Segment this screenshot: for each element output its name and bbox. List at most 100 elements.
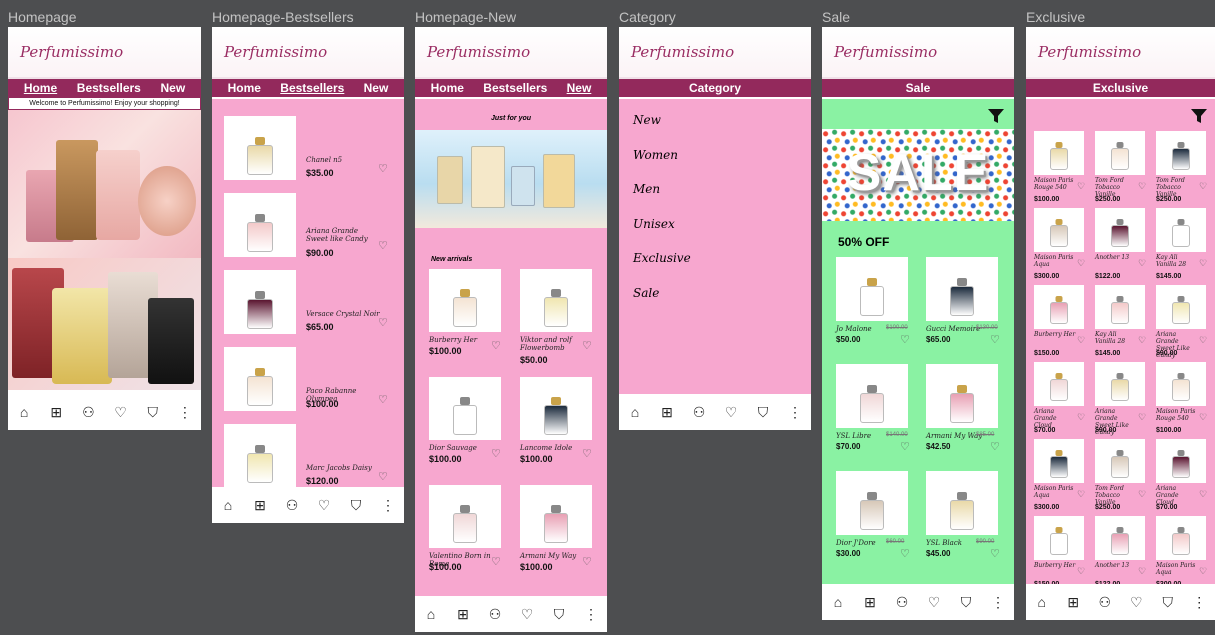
heart-icon[interactable]: ♡: [582, 447, 592, 460]
brand-logo[interactable]: Perfumissimo: [1038, 43, 1141, 61]
heart-icon[interactable]: ♡: [1199, 566, 1207, 577]
exclusive-product-card[interactable]: Burberry Her$150.00♡: [1034, 516, 1092, 590]
grid-icon[interactable]: ⊞: [453, 606, 473, 623]
filter-icon[interactable]: [1191, 109, 1207, 123]
home-icon[interactable]: ⌂: [218, 497, 238, 513]
product-card[interactable]: Valentino Born in Roma $100.00 ♡: [429, 485, 511, 580]
product-image-frame[interactable]: [520, 377, 592, 440]
nav-new[interactable]: New: [364, 81, 389, 95]
product-image-frame[interactable]: [926, 364, 998, 428]
product-image-frame[interactable]: [1095, 362, 1145, 406]
exclusive-product-card[interactable]: Maison Paris Rouge 540 $100.00 ♡: [1156, 362, 1214, 436]
grid-icon[interactable]: ⊞: [250, 497, 270, 514]
category-item-new[interactable]: New: [633, 113, 811, 148]
home-icon[interactable]: ⌂: [625, 404, 645, 420]
product-image-frame[interactable]: [520, 269, 592, 332]
heart-icon[interactable]: ♡: [378, 316, 388, 329]
more-icon[interactable]: ⋮: [1189, 594, 1209, 611]
product-image-frame[interactable]: [429, 377, 501, 440]
exclusive-product-card[interactable]: Tom Ford Tobacco Vanille $250.00 ♡: [1095, 131, 1153, 205]
product-image-frame[interactable]: [836, 364, 908, 428]
product-image-frame[interactable]: [1095, 516, 1145, 560]
heart-icon[interactable]: ♡: [1077, 412, 1085, 423]
home-icon[interactable]: ⌂: [421, 606, 441, 622]
exclusive-product-card[interactable]: Maison Paris Aqua$300.00♡: [1034, 208, 1092, 282]
heart-icon[interactable]: ♡: [1077, 566, 1085, 577]
product-image-frame[interactable]: [224, 424, 296, 488]
product-row[interactable]: Chanel n5 $35.00 ♡: [224, 116, 394, 180]
heart-icon[interactable]: ♡: [990, 547, 1000, 560]
product-image-frame[interactable]: [1034, 208, 1084, 252]
heart-icon[interactable]: ♡: [1077, 335, 1085, 346]
product-image-frame[interactable]: [1095, 439, 1145, 483]
heart-icon[interactable]: ♡: [1199, 335, 1207, 346]
product-image-frame[interactable]: [1156, 208, 1206, 252]
nav-home[interactable]: Home: [228, 81, 261, 95]
product-image-frame[interactable]: [926, 257, 998, 321]
product-image-frame[interactable]: [429, 485, 501, 548]
heart-icon[interactable]: ♡: [1077, 258, 1085, 269]
heart-icon[interactable]: ♡: [1077, 489, 1085, 500]
exclusive-product-card[interactable]: Another 13$122.00♡: [1095, 516, 1153, 590]
just-for-you-banner[interactable]: [415, 130, 607, 228]
product-row[interactable]: Versace Crystal Noir $65.00 ♡: [224, 270, 394, 334]
user-icon[interactable]: ⚇: [892, 594, 912, 611]
brand-logo[interactable]: Perfumissimo: [631, 43, 734, 61]
product-image-frame[interactable]: [1034, 362, 1084, 406]
heart-icon[interactable]: ♡: [721, 404, 741, 421]
more-icon[interactable]: ⋮: [378, 497, 398, 514]
product-image-frame[interactable]: [1156, 285, 1206, 329]
category-item-women[interactable]: Women: [633, 148, 811, 183]
nav-new[interactable]: New: [567, 81, 592, 95]
heart-icon[interactable]: ♡: [990, 333, 1000, 346]
sale-product-card[interactable]: YSL Libre $140.00 $70.00 ♡: [836, 364, 916, 456]
product-image-frame[interactable]: [1156, 131, 1206, 175]
filter-icon[interactable]: [988, 109, 1004, 123]
product-image-frame[interactable]: [1156, 362, 1206, 406]
exclusive-product-card[interactable]: Kay Ali Vanilla 28 $145.00 ♡: [1095, 285, 1153, 359]
product-image-frame[interactable]: [224, 347, 296, 411]
product-image-frame[interactable]: [1034, 131, 1084, 175]
home-icon[interactable]: ⌂: [14, 404, 34, 420]
exclusive-product-card[interactable]: Kay Ali Vanilla 28 $145.00 ♡: [1156, 208, 1214, 282]
nav-new[interactable]: New: [160, 81, 185, 95]
product-row[interactable]: Ariana Grande Sweet like Candy $90.00 ♡: [224, 193, 394, 258]
more-icon[interactable]: ⋮: [988, 594, 1008, 611]
heart-icon[interactable]: ♡: [582, 555, 592, 568]
heart-icon[interactable]: ♡: [1138, 181, 1146, 192]
more-icon[interactable]: ⋮: [581, 606, 601, 623]
product-image-frame[interactable]: [224, 193, 296, 257]
heart-icon[interactable]: ♡: [111, 404, 131, 421]
exclusive-product-card[interactable]: Tom Ford Tobacco Vanille $250.00 ♡: [1095, 439, 1153, 513]
heart-icon[interactable]: ♡: [517, 606, 537, 623]
grid-icon[interactable]: ⊞: [1063, 594, 1083, 611]
heart-icon[interactable]: ♡: [491, 555, 501, 568]
exclusive-product-card[interactable]: Maison Paris Aqua$300.00♡: [1156, 516, 1214, 590]
bag-icon[interactable]: ⛉: [753, 404, 773, 421]
heart-icon[interactable]: ♡: [1077, 181, 1085, 192]
product-image-frame[interactable]: [1156, 516, 1206, 560]
exclusive-product-card[interactable]: Tom Ford Tobacco Vanille $250.00 ♡: [1156, 131, 1214, 205]
heart-icon[interactable]: ♡: [491, 339, 501, 352]
bag-icon[interactable]: ⛉: [143, 404, 163, 421]
exclusive-product-card[interactable]: Maison Paris Rouge 540 $100.00 ♡: [1034, 131, 1092, 205]
heart-icon[interactable]: ♡: [1138, 258, 1146, 269]
heart-icon[interactable]: ♡: [314, 497, 334, 514]
product-image-frame[interactable]: [926, 471, 998, 535]
bag-icon[interactable]: ⛉: [1158, 594, 1178, 611]
heart-icon[interactable]: ♡: [990, 440, 1000, 453]
product-image-frame[interactable]: [520, 485, 592, 548]
product-image-frame[interactable]: [224, 270, 296, 334]
product-image-frame[interactable]: [224, 116, 296, 180]
nav-home[interactable]: Home: [431, 81, 464, 95]
home-icon[interactable]: ⌂: [828, 594, 848, 610]
exclusive-product-card[interactable]: Ariana Grande Sweet Like Candy $90.00 ♡: [1095, 362, 1153, 436]
product-row[interactable]: Paco Rabanne Olympea $100.00 ♡: [224, 347, 394, 411]
user-icon[interactable]: ⚇: [282, 497, 302, 514]
heart-icon[interactable]: ♡: [1138, 566, 1146, 577]
product-image-frame[interactable]: [836, 471, 908, 535]
exclusive-product-card[interactable]: Ariana Grande Sweet Like Candy $90.00 ♡: [1156, 285, 1214, 359]
heart-icon[interactable]: ♡: [924, 594, 944, 611]
heart-icon[interactable]: ♡: [1138, 335, 1146, 346]
more-icon[interactable]: ⋮: [175, 404, 195, 421]
